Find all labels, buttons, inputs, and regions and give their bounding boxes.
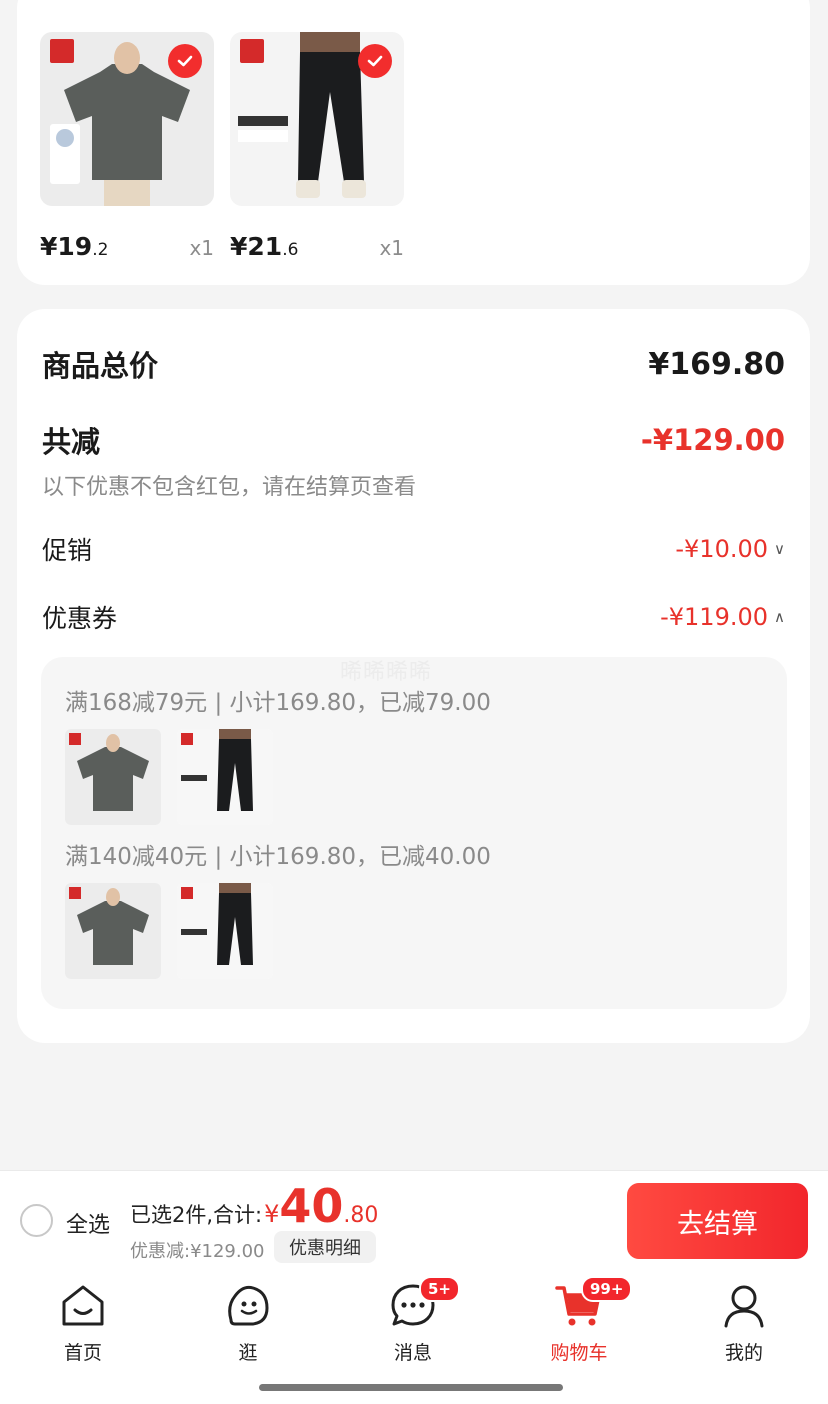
checkout-button[interactable]: 去结算 bbox=[627, 1183, 808, 1259]
selected-total: 已选2件,合计: ¥40.80 bbox=[130, 1179, 379, 1233]
coupon-product-thumb[interactable] bbox=[65, 729, 161, 825]
total-reduce-value: -¥129.00 bbox=[640, 423, 785, 457]
coupon-product-thumb[interactable] bbox=[177, 883, 273, 979]
coupon-product-thumb[interactable] bbox=[65, 883, 161, 979]
total-reduce-label: 共减 bbox=[42, 425, 101, 459]
discount-detail-button[interactable]: 优惠明细 bbox=[274, 1231, 376, 1263]
profile-icon bbox=[724, 1285, 764, 1328]
brand-logo bbox=[240, 39, 264, 63]
tab-messages[interactable]: 消息 5+ bbox=[363, 1276, 463, 1365]
price-summary-card: 商品总价 ¥169.80 共减 -¥129.00 以下优惠不包含红包，请在结算页… bbox=[17, 309, 810, 1043]
tab-profile[interactable]: 我的 bbox=[694, 1280, 794, 1365]
tab-cart[interactable]: 购物车 99+ bbox=[529, 1276, 633, 1365]
chevron-up-icon[interactable]: ∧ bbox=[774, 608, 785, 626]
item-price: ¥21.6 bbox=[230, 232, 299, 261]
tab-stroll[interactable]: 逛 bbox=[198, 1280, 298, 1365]
tab-home[interactable]: 首页 bbox=[33, 1280, 133, 1365]
item-quantity: x1 bbox=[379, 236, 404, 260]
select-all-label[interactable]: 全选 bbox=[66, 1207, 110, 1239]
coupon-rule-1: 满168减79元 | 小计169.80，已减79.00 bbox=[65, 690, 491, 716]
cart-item-tshirt[interactable]: ¥19.2 x1 bbox=[40, 32, 214, 261]
discount-hint: 以下优惠不包含红包，请在结算页查看 bbox=[42, 475, 417, 500]
item-quantity: x1 bbox=[189, 236, 214, 260]
promo-label: 促销 bbox=[42, 536, 93, 565]
stroll-icon bbox=[228, 1285, 269, 1326]
total-price-value: ¥169.80 bbox=[648, 346, 785, 382]
product-image-tshirt[interactable] bbox=[40, 32, 214, 206]
brand-logo bbox=[50, 39, 74, 63]
coupon-detail-panel: 满168减79元 | 小计169.80，已减79.00 满140减40元 | 小… bbox=[41, 657, 787, 1009]
item-price: ¥19.2 bbox=[40, 232, 109, 261]
coupon-value: -¥119.00 bbox=[660, 603, 769, 631]
message-badge: 5+ bbox=[419, 1276, 461, 1302]
cart-badge: 99+ bbox=[581, 1276, 633, 1302]
home-icon bbox=[62, 1285, 104, 1326]
discount-total: 优惠减:¥129.00 bbox=[130, 1241, 265, 1262]
total-price-label: 商品总价 bbox=[42, 349, 159, 383]
selected-check-icon[interactable] bbox=[358, 44, 392, 78]
coupon-row[interactable]: 优惠券 -¥119.00 ∧ bbox=[42, 599, 785, 635]
selected-check-icon[interactable] bbox=[168, 44, 202, 78]
coupon-rule-2: 满140减40元 | 小计169.80，已减40.00 bbox=[65, 844, 491, 870]
watermark: 晞晞晞晞 bbox=[340, 660, 433, 685]
promo-row[interactable]: 促销 -¥10.00 ∨ bbox=[42, 531, 785, 567]
chevron-down-icon[interactable]: ∨ bbox=[774, 540, 785, 558]
checkout-bar: 全选 已选2件,合计: ¥40.80 优惠减:¥129.00 优惠明细 去结算 bbox=[0, 1170, 828, 1272]
cart-products-card: ¥19.2 x1 ¥21.6 x1 bbox=[17, 0, 810, 285]
promo-value: -¥10.00 bbox=[675, 535, 769, 563]
coupon-product-thumb[interactable] bbox=[177, 729, 273, 825]
product-image-pants[interactable] bbox=[230, 32, 404, 206]
cart-item-pants[interactable]: ¥21.6 x1 bbox=[230, 32, 404, 261]
select-all-radio[interactable] bbox=[20, 1204, 53, 1237]
coupon-label: 优惠券 bbox=[42, 604, 118, 633]
home-indicator bbox=[259, 1384, 563, 1391]
